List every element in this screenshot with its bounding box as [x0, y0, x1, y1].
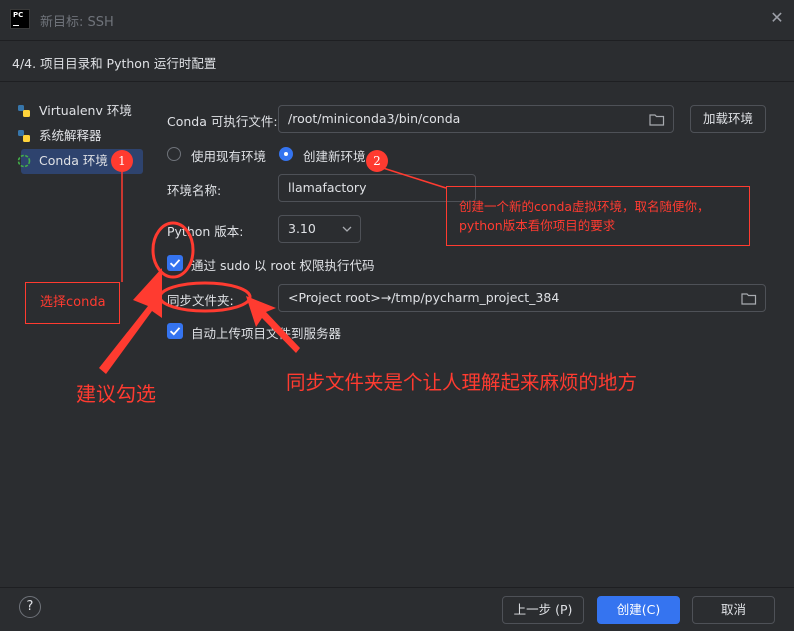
- annotation-sync-confusing: 同步文件夹是个让人理解起来麻烦的地方: [286, 371, 638, 394]
- annotation-recommend-check: 建议勾选: [76, 382, 156, 406]
- annotation-select-conda: 选择conda: [25, 282, 120, 324]
- annotation-badge-2: 2: [366, 150, 388, 172]
- annotation-new-env-note: 创建一个新的conda虚拟环境，取名随便你，python版本看你项目的要求: [446, 186, 750, 246]
- annotation-badge-1: 1: [111, 150, 133, 172]
